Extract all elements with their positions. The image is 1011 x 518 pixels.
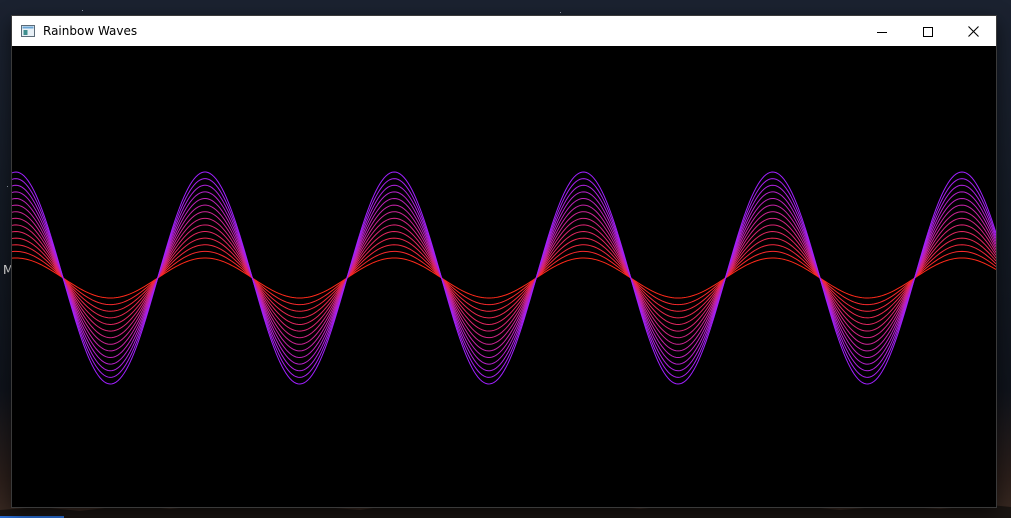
title-bar[interactable]: Rainbow Waves bbox=[12, 16, 996, 46]
desktop-background: M Rainbow Waves bbox=[0, 0, 1011, 518]
wave-curve bbox=[12, 217, 996, 339]
minimize-button[interactable] bbox=[859, 16, 905, 46]
wave-curve bbox=[12, 197, 996, 359]
maximize-icon bbox=[923, 22, 933, 41]
wave-curve bbox=[12, 257, 996, 299]
drawing-canvas bbox=[12, 46, 996, 507]
star bbox=[82, 10, 83, 11]
star bbox=[7, 186, 8, 187]
rainbow-waves bbox=[12, 171, 996, 385]
close-icon bbox=[967, 22, 979, 41]
wave-curve bbox=[12, 191, 996, 365]
close-button[interactable] bbox=[950, 16, 996, 46]
maximize-button[interactable] bbox=[905, 16, 951, 46]
star bbox=[560, 12, 561, 13]
app-icon bbox=[20, 23, 36, 39]
wave-curve bbox=[12, 250, 996, 306]
minimize-icon bbox=[877, 22, 887, 41]
wave-curve bbox=[12, 204, 996, 352]
window-title: Rainbow Waves bbox=[43, 24, 138, 38]
app-window: Rainbow Waves bbox=[12, 16, 996, 507]
wave-curve bbox=[12, 237, 996, 319]
